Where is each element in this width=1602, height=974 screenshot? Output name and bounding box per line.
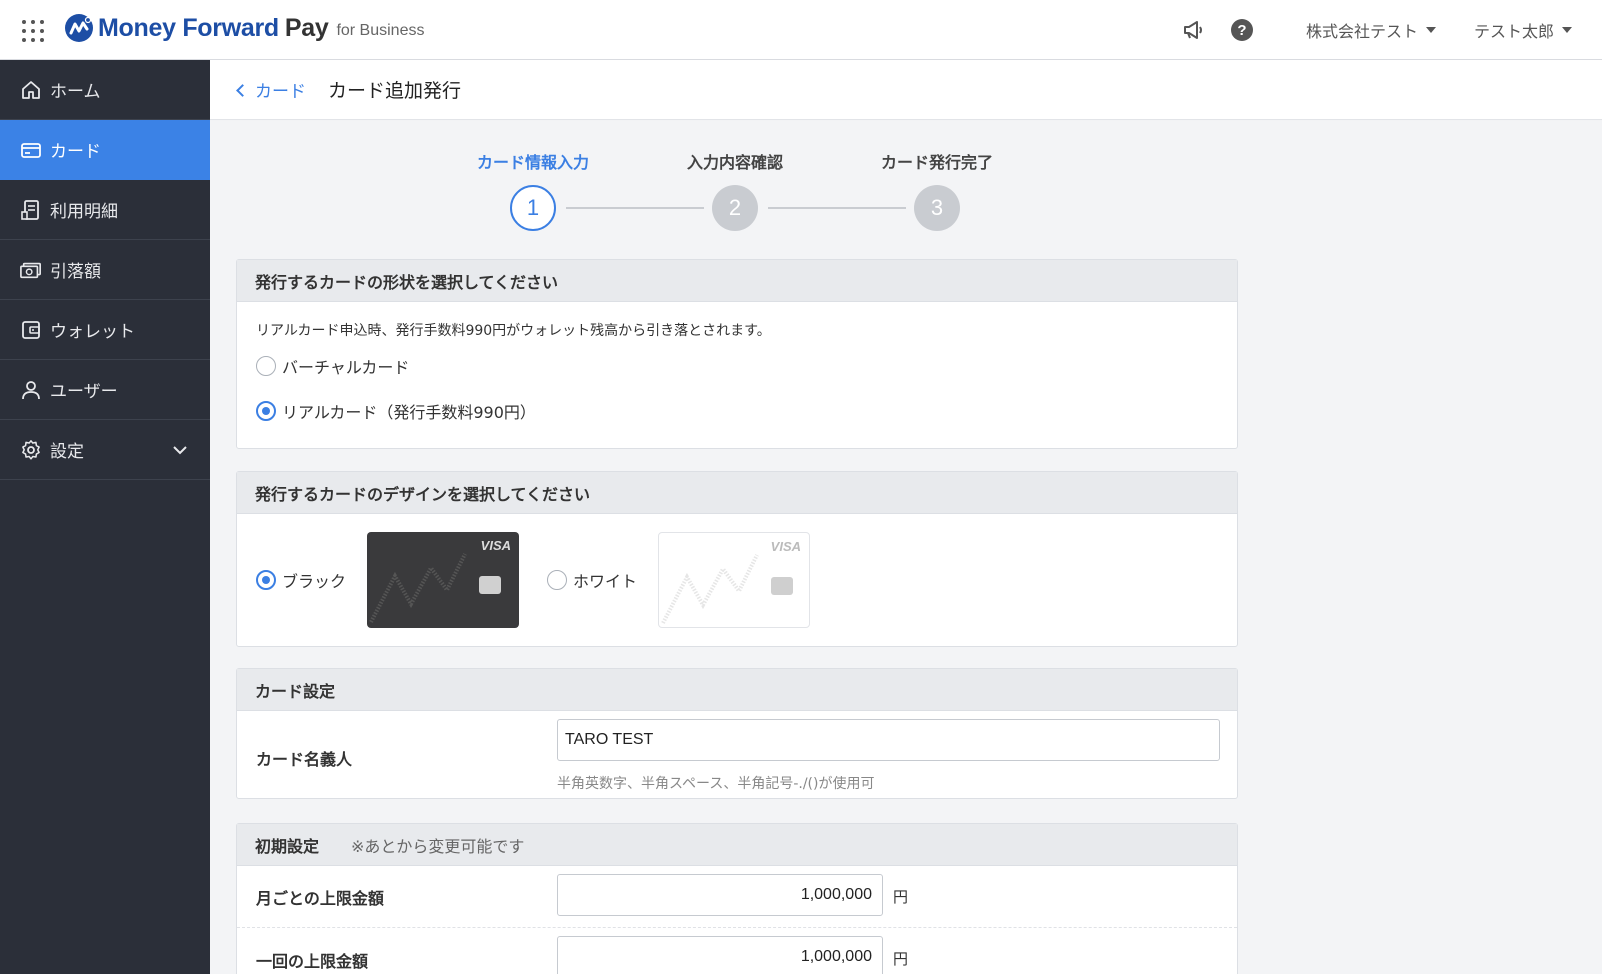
sidebar-item-statement[interactable]: 利用明細 [0,180,210,240]
gear-icon [20,439,42,461]
sidebar-item-card[interactable]: カード [0,120,210,180]
step-1-circle: 1 [510,185,556,231]
sidebar-item-label: 設定 [50,442,84,462]
sidebar-item-users[interactable]: ユーザー [0,360,210,420]
wallet-icon [20,319,42,341]
card-icon [20,139,42,161]
logo-subtitle: for Business [336,22,425,39]
chevron-left-icon [236,83,249,97]
logo-pay: Pay [284,13,329,42]
sidebar-item-label: ウォレット [50,322,135,342]
money-icon [20,259,42,281]
sidebar-item-label: ホーム [50,82,101,102]
back-link[interactable]: カード [236,77,306,102]
per-use-limit-unit: 円 [893,950,909,968]
radio-button[interactable] [547,570,567,590]
radio-button[interactable] [256,356,276,376]
initial-settings-note: ※あとから変更可能です [351,836,525,856]
step-1-label: カード情報入力 [476,153,589,172]
virtual-card-radio[interactable]: バーチャルカード [256,354,409,378]
chevron-down-icon [1562,27,1572,33]
initial-settings-heading: 初期設定 [255,836,320,856]
monthly-limit-input[interactable]: 1,000,000 [557,874,883,916]
card-type-panel: 発行するカードの形状を選択してください リアルカード申込時、発行手数料990円が… [236,259,1238,449]
chevron-down-icon [1425,27,1436,33]
per-use-limit-input[interactable]: 1,000,000 [557,936,883,974]
step-3-label: カード発行完了 [880,153,993,172]
radio-label: リアルカード（発行手数料990円） [282,403,536,422]
app-switcher-icon[interactable] [22,20,44,42]
step-connector [768,207,906,209]
radio-label: ブラック [282,572,347,591]
initial-settings-header: 初期設定 ※あとから変更可能です [237,824,1237,866]
step-2-circle: 2 [712,185,758,231]
card-settings-heading: カード設定 [237,669,1237,711]
card-chip-icon [771,577,793,595]
card-chip-icon [479,576,501,594]
help-icon[interactable]: ? [1230,18,1254,42]
cardholder-hint: 半角英数字、半角スペース、半角記号-./()が使用可 [557,776,875,792]
radio-button-selected[interactable] [256,570,276,590]
statement-icon [20,199,42,221]
step-connector [566,207,704,209]
real-card-radio[interactable]: リアルカード（発行手数料990円） [256,399,536,423]
money-forward-logo-icon [65,14,93,42]
sidebar: ホーム カード 利用明細 引落額 ウォレット ユーザー 設定 [0,60,210,974]
card-type-heading: 発行するカードの形状を選択してください [237,260,1237,302]
cardholder-label: カード名義人 [256,750,353,769]
page-header: カード カード追加発行 [210,60,1602,120]
logo-brand: Money Forward [98,13,279,42]
step-2-label: 入力内容確認 [686,153,783,172]
logo[interactable]: Money Forward Pay for Business [64,13,424,43]
main-content: カード情報入力 入力内容確認 カード発行完了 1 2 3 発行するカードの形状を… [210,121,1602,974]
user-dropdown[interactable]: テスト太郎 [1474,18,1572,42]
radio-label: ホワイト [573,572,638,591]
sidebar-item-label: 引落額 [50,262,101,282]
radio-button-selected[interactable] [256,401,276,421]
home-icon [20,79,42,101]
radio-label: バーチャルカード [282,358,410,377]
black-card-image[interactable]: VISA [367,532,519,628]
company-dropdown[interactable]: 株式会社テスト [1306,18,1436,42]
back-link-label: カード [255,82,306,102]
chevron-down-icon[interactable] [172,442,188,458]
user-icon [20,379,42,401]
step-3-circle: 3 [914,185,960,231]
card-design-heading: 発行するカードのデザインを選択してください [237,472,1237,514]
sidebar-item-wallet[interactable]: ウォレット [0,300,210,360]
sidebar-item-label: カード [50,142,101,162]
white-card-image[interactable]: VISA [658,532,810,628]
card-type-note: リアルカード申込時、発行手数料990円がウォレット残高から引き落とされます。 [256,323,771,339]
company-name: 株式会社テスト [1305,22,1418,41]
card-design-panel: 発行するカードのデザインを選択してください ブラック VISA ホワイト VIS… [236,471,1238,647]
sidebar-item-withdrawal[interactable]: 引落額 [0,240,210,300]
sidebar-item-label: 利用明細 [50,202,118,222]
monthly-limit-label: 月ごとの上限金額 [256,889,384,908]
user-name: テスト太郎 [1473,22,1554,41]
sidebar-item-label: ユーザー [50,382,118,402]
page-title: カード追加発行 [328,80,462,102]
top-bar: Money Forward Pay for Business ? 株式会社テスト… [0,0,1602,60]
per-use-limit-label: 一回の上限金額 [256,952,369,971]
stepper: カード情報入力 入力内容確認 カード発行完了 1 2 3 [210,121,1602,241]
announcement-icon[interactable] [1182,18,1206,42]
sidebar-item-home[interactable]: ホーム [0,60,210,120]
black-design-radio[interactable]: ブラック [256,568,346,592]
monthly-limit-unit: 円 [893,888,909,906]
cardholder-name-input[interactable]: TARO TEST [557,719,1220,761]
row-divider [237,927,1237,928]
initial-settings-panel: 初期設定 ※あとから変更可能です 月ごとの上限金額 1,000,000 円 一回… [236,823,1238,974]
card-settings-panel: カード設定 カード名義人 TARO TEST 半角英数字、半角スペース、半角記号… [236,668,1238,799]
white-design-radio[interactable]: ホワイト [547,568,637,592]
sidebar-item-settings[interactable]: 設定 [0,420,210,480]
